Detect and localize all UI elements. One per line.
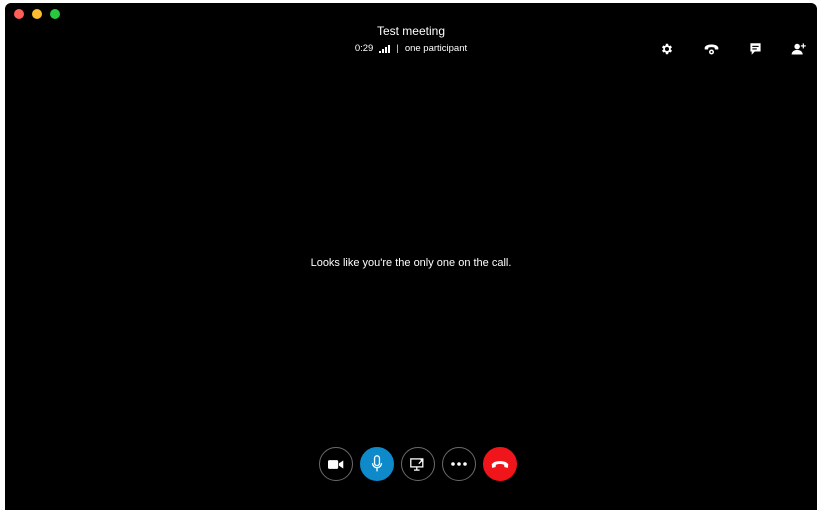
screen-share-icon: [410, 457, 424, 471]
window-controls: [14, 9, 60, 19]
share-screen-button[interactable]: [401, 447, 435, 481]
chat-button[interactable]: [743, 37, 767, 61]
participant-count: one participant: [404, 43, 468, 54]
top-actions: [655, 37, 811, 61]
settings-button[interactable]: [655, 37, 679, 61]
mute-button[interactable]: [360, 447, 394, 481]
hang-up-icon: [491, 460, 509, 468]
gear-icon: [661, 43, 673, 55]
more-dots-icon: [451, 462, 467, 466]
call-duration: 0:29: [354, 43, 374, 54]
phone-icon: [704, 44, 718, 54]
dial-pad-button[interactable]: [699, 37, 723, 61]
maximize-window-button[interactable]: [50, 9, 60, 19]
microphone-icon: [371, 455, 383, 472]
add-person-icon: [791, 43, 806, 55]
more-options-button[interactable]: [442, 447, 476, 481]
end-call-button[interactable]: [483, 447, 517, 481]
video-camera-icon: [328, 459, 344, 469]
empty-call-message: Looks like you're the only one on the ca…: [310, 257, 512, 269]
call-controls: [319, 447, 517, 481]
signal-strength-icon: [379, 45, 391, 53]
status-separator: |: [396, 43, 399, 54]
video-toggle-button[interactable]: [319, 447, 353, 481]
chat-icon: [749, 43, 761, 55]
minimize-window-button[interactable]: [32, 9, 42, 19]
add-participant-button[interactable]: [787, 37, 811, 61]
close-window-button[interactable]: [14, 9, 24, 19]
call-window: Test meeting 0:29 | one participant Look…: [5, 3, 817, 510]
